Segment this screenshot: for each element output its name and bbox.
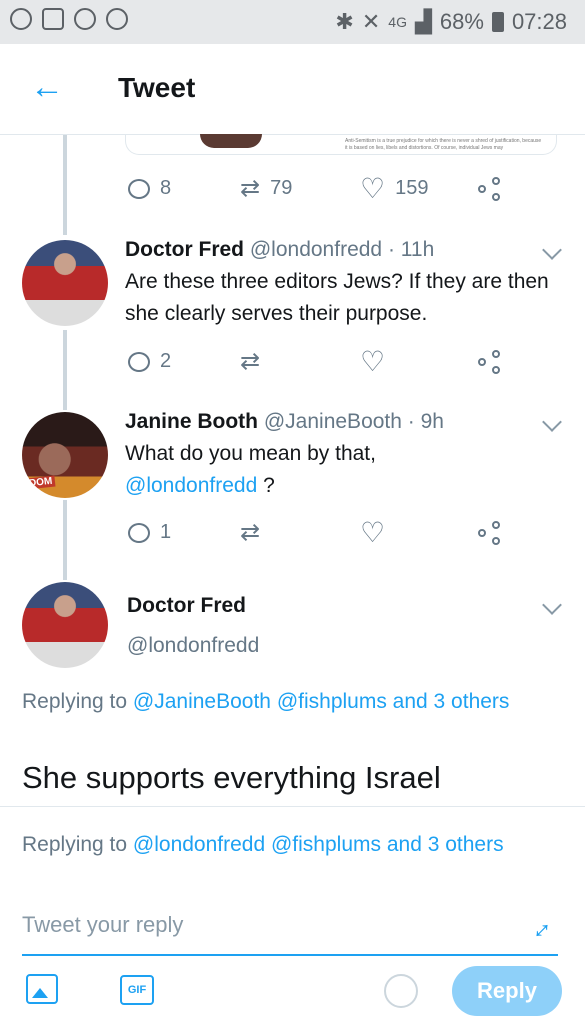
replying-to: Replying to @JanineBooth @fishplums and …: [22, 686, 542, 718]
clock: 07:28: [511, 9, 567, 34]
status-bar: ✱ ✕ 4G ▟ 68% 07:28: [0, 0, 585, 44]
handle[interactable]: @londonfredd: [127, 634, 259, 658]
avatar-label: DOM: [25, 475, 56, 490]
tweet-text-line: What do you mean by that,: [125, 442, 376, 465]
gallery-icon: [42, 8, 64, 30]
tweet-header: Janine Booth @JanineBooth · 9h: [125, 410, 444, 434]
thread-line: [63, 500, 67, 580]
share-icon: [478, 520, 502, 545]
gif-button[interactable]: GIF: [120, 975, 154, 1005]
handle[interactable]: @londonfredd: [250, 238, 382, 261]
character-counter: [384, 974, 418, 1008]
tweet-text: What do you mean by that, @londonfredd ?: [125, 438, 565, 502]
heart-icon: ♡: [360, 516, 386, 548]
like-action[interactable]: ♡: [360, 345, 478, 377]
reply-count: 1: [160, 521, 172, 543]
retweet-action[interactable]: ⇄: [240, 518, 360, 547]
heart-icon: ♡: [360, 172, 386, 204]
share-action[interactable]: [478, 520, 502, 545]
tweet-text-suffix: ?: [257, 474, 275, 497]
signal-icon: ▟: [414, 9, 432, 34]
like-action[interactable]: ♡ 159: [360, 172, 478, 204]
retweet-action[interactable]: ⇄: [240, 347, 360, 376]
whatsapp-icon: [74, 8, 96, 30]
reply-action[interactable]: 8: [128, 177, 240, 200]
display-name[interactable]: Janine Booth: [125, 410, 258, 433]
retweet-action[interactable]: ⇄ 79: [240, 174, 360, 203]
avatar[interactable]: [22, 582, 108, 668]
handle[interactable]: @JanineBooth: [264, 410, 402, 433]
replying-prefix: Replying to: [22, 690, 128, 713]
battery-icon: [491, 12, 504, 32]
reply-count: 2: [160, 350, 172, 372]
reply-action[interactable]: 2: [128, 350, 240, 373]
reply-button[interactable]: Reply: [452, 966, 562, 1016]
media-image: [200, 134, 262, 148]
mention-link[interactable]: @londonfredd: [125, 474, 257, 497]
reply-action[interactable]: 1: [128, 521, 240, 544]
chevron-down-icon[interactable]: [542, 595, 562, 615]
share-icon: [478, 349, 502, 374]
chevron-down-icon[interactable]: [542, 240, 562, 260]
back-arrow-icon[interactable]: ←: [30, 70, 64, 104]
composer-replying-to: Replying to @londonfredd @fishplums and …: [22, 829, 542, 861]
page-title: Tweet: [118, 72, 196, 103]
share-icon: [478, 176, 502, 201]
replying-prefix: Replying to: [22, 833, 128, 856]
top-tweet-actions: 8 ⇄ 79 ♡ 159: [128, 174, 502, 203]
media-caption: Anti-Semitism is a true prejudice for wh…: [345, 138, 542, 151]
reply-input[interactable]: [22, 912, 522, 938]
tweet-text: Are these three editors Jews? If they ar…: [125, 270, 549, 325]
retweet-count: 79: [270, 177, 293, 199]
tweet-actions: 1 ⇄ ♡: [128, 518, 502, 547]
heart-icon: ♡: [360, 345, 386, 377]
display-name[interactable]: Doctor Fred: [127, 594, 246, 618]
thread-line: [63, 135, 67, 235]
reply-icon: [128, 522, 150, 543]
retweet-icon: ⇄: [240, 348, 261, 375]
share-action[interactable]: [478, 349, 502, 374]
display-name[interactable]: Doctor Fred: [125, 238, 244, 261]
chevron-down-icon[interactable]: [542, 412, 562, 432]
tweet-header: Doctor Fred @londonfredd · 11h: [125, 238, 434, 262]
reply-icon: [128, 178, 150, 199]
retweet-icon: ⇄: [240, 175, 261, 202]
like-count: 159: [395, 177, 429, 199]
reply-icon: [128, 351, 150, 372]
timestamp: · 11h: [387, 238, 435, 261]
wifi-shield-icon: [106, 8, 128, 30]
avatar[interactable]: [22, 240, 108, 326]
battery-percent: 68%: [439, 9, 484, 34]
mute-icon: ✕: [361, 9, 381, 34]
app-header: ← Tweet: [0, 44, 585, 135]
input-underline: [22, 954, 558, 956]
reply-count: 8: [160, 177, 172, 199]
share-action[interactable]: [478, 176, 502, 201]
avatar[interactable]: DOM: [22, 412, 108, 498]
replying-mentions[interactable]: @londonfredd @fishplums and 3 others: [133, 833, 504, 856]
whatsapp-icon: [10, 8, 32, 30]
replying-mentions[interactable]: @JanineBooth @fishplums and 3 others: [133, 690, 510, 713]
thread-line: [63, 330, 67, 410]
bluetooth-icon: ✱: [335, 9, 354, 34]
network-type: 4G: [388, 14, 407, 30]
like-action[interactable]: ♡: [360, 516, 478, 548]
timestamp: · 9h: [407, 410, 444, 433]
tweet-actions: 2 ⇄ ♡: [128, 347, 502, 376]
retweet-icon: ⇄: [240, 519, 261, 546]
main-tweet-text: She supports everything Israel: [22, 760, 441, 795]
image-icon[interactable]: [26, 974, 58, 1004]
